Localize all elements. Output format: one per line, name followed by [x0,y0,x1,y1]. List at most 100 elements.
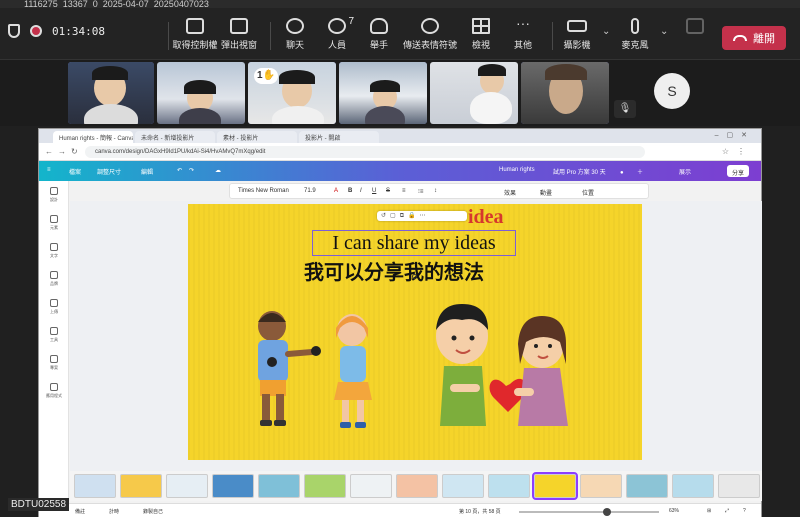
rail-text[interactable]: 文字 [43,243,65,259]
fullscreen-icon[interactable]: ⤢ [725,508,729,514]
redo-icon[interactable]: ↷ [189,167,194,174]
slide-thumbnail[interactable] [350,474,392,498]
popout-button[interactable]: 彈出視窗 [214,18,264,51]
position-button[interactable]: 位置 [582,188,594,197]
slide-canvas[interactable]: ↺▢⧉🔒⋯ idea I can share my ideas 我可以分享我的想… [188,204,642,460]
hand-icon [370,18,388,34]
slide-thumbnail[interactable] [166,474,208,498]
brand-icon [50,271,58,279]
mic-button[interactable]: 麥克風 [610,18,660,51]
participant-video[interactable] [339,62,427,124]
slide-thumbnail[interactable] [488,474,530,498]
notes-button[interactable]: 備註 [75,508,85,515]
take-control-button[interactable]: 取得控制權 [170,18,220,51]
more-label: 其他 [513,40,532,50]
window-controls[interactable]: –▢✕ [715,131,755,139]
rail-tools[interactable]: 工具 [43,327,65,343]
grid-icon [472,18,490,34]
url-field[interactable]: canva.com/design/DAGxH9Id1PU/kdAi-Si4/Hv… [85,146,645,158]
user-avatar[interactable]: ● [615,167,629,179]
reactions-button[interactable]: 傳送表情符號 [400,18,460,51]
raise-hand-button[interactable]: 舉手 [354,18,404,51]
recording-icon [30,25,42,37]
record-button[interactable]: 錄製自己 [143,508,163,515]
slide-thumbnail[interactable] [626,474,668,498]
slide-thumbnail[interactable] [304,474,346,498]
slide-thumbnails [70,471,762,501]
italic-button[interactable]: I [360,188,362,194]
more-button[interactable]: ··· 其他 [498,16,548,51]
participant-video[interactable] [68,62,154,124]
slide-thumbnail[interactable] [258,474,300,498]
menu-file[interactable]: 檔案 [69,167,81,176]
participant-hair [370,80,400,92]
share-button[interactable] [670,18,720,38]
screenshot-root: 1116275_13367_0_2025-04-07_20250407023 0… [0,0,800,517]
font-family-select[interactable]: Times New Roman [238,188,289,194]
rail-apps[interactable]: 應用程式 [43,383,65,399]
zoom-knob[interactable] [603,508,612,516]
grid-view-icon[interactable]: ⊞ [707,508,711,514]
bold-button[interactable]: B [348,188,352,194]
undo-icon[interactable]: ↶ [177,167,182,174]
slide-thumbnail[interactable] [672,474,714,498]
cloud-save-icon[interactable]: ☁ [215,167,221,174]
participant-video[interactable]: 1✋ [248,62,336,124]
slide-thumbnail[interactable] [718,474,760,498]
slide-thumbnail[interactable] [212,474,254,498]
rail-projects[interactable]: 專案 [43,355,65,371]
browser-tab[interactable]: 投影片 - 開啟 [299,131,379,143]
font-size-field[interactable]: 71.9 [304,188,316,194]
boy-with-microphone-illustration [258,311,321,426]
browser-icons[interactable]: ☆⋮ [722,147,753,156]
avatar[interactable]: S [654,73,690,109]
effects-button[interactable]: 效果 [504,188,516,197]
align-button[interactable]: ≡ [402,188,406,194]
popout-icon [230,18,248,34]
menu-edit[interactable]: 編輯 [141,167,153,176]
slide-thumbnail[interactable] [442,474,484,498]
leave-button[interactable]: 離開 [722,26,786,50]
underline-button[interactable]: U [372,188,376,194]
trial-link[interactable]: 試用 Pro 方案 30 天 [553,167,606,176]
camera-icon [567,20,587,32]
list-button[interactable]: ⁝≡ [418,188,423,195]
doc-title[interactable]: Human rights [499,167,535,173]
participant-video[interactable] [430,62,518,124]
present-button[interactable]: 展示 [679,167,691,176]
zoom-slider[interactable] [519,508,659,516]
add-icon[interactable]: ＋ [637,167,643,176]
participant-video[interactable] [521,62,609,124]
menu-resize[interactable]: 調整尺寸 [97,167,121,176]
slide-thumbnail[interactable] [74,474,116,498]
slide-thumbnail[interactable] [120,474,162,498]
slide-thumbnail[interactable] [396,474,438,498]
mic-chevron-icon[interactable]: ⌄ [660,26,668,37]
nav-arrows-icon[interactable]: ←→↻ [45,147,83,156]
text-color-button[interactable]: A [334,188,338,194]
share-icon [686,18,704,34]
chat-label: 聊天 [285,40,304,50]
slide-thumbnail[interactable] [580,474,622,498]
browser-tab[interactable]: 素材 - 投影片 [217,131,297,143]
animate-button[interactable]: 動畫 [540,188,552,197]
timer-button[interactable]: 計時 [109,508,119,515]
spacing-button[interactable]: ↕ [434,188,437,194]
browser-tab[interactable]: 未命名 - 新增投影片 [135,131,215,143]
canva-header: ≡ 檔案 調整尺寸 編輯 ↶ ↷ ☁ Human rights 試用 Pro 方… [39,161,761,181]
rail-label: 專案 [50,365,58,370]
rail-design[interactable]: 設計 [43,187,65,203]
participant-video[interactable] [157,62,245,124]
page-indicator: 第 10 頁，共 58 頁 [459,509,501,515]
rail-brand[interactable]: 品牌 [43,271,65,287]
strike-button[interactable]: S [386,188,390,194]
rail-elements[interactable]: 元素 [43,215,65,231]
camera-button[interactable]: 攝影機 [552,18,602,51]
rail-uploads[interactable]: 上傳 [43,299,65,315]
slide-thumbnail-selected[interactable] [532,472,578,500]
browser-tab[interactable]: Human rights - 簡報 - Canva [53,131,133,143]
share-button[interactable]: 分享 [727,165,750,177]
rail-label: 元素 [50,225,58,230]
help-icon[interactable]: ? [743,508,746,514]
hamburger-icon[interactable]: ≡ [47,167,51,173]
